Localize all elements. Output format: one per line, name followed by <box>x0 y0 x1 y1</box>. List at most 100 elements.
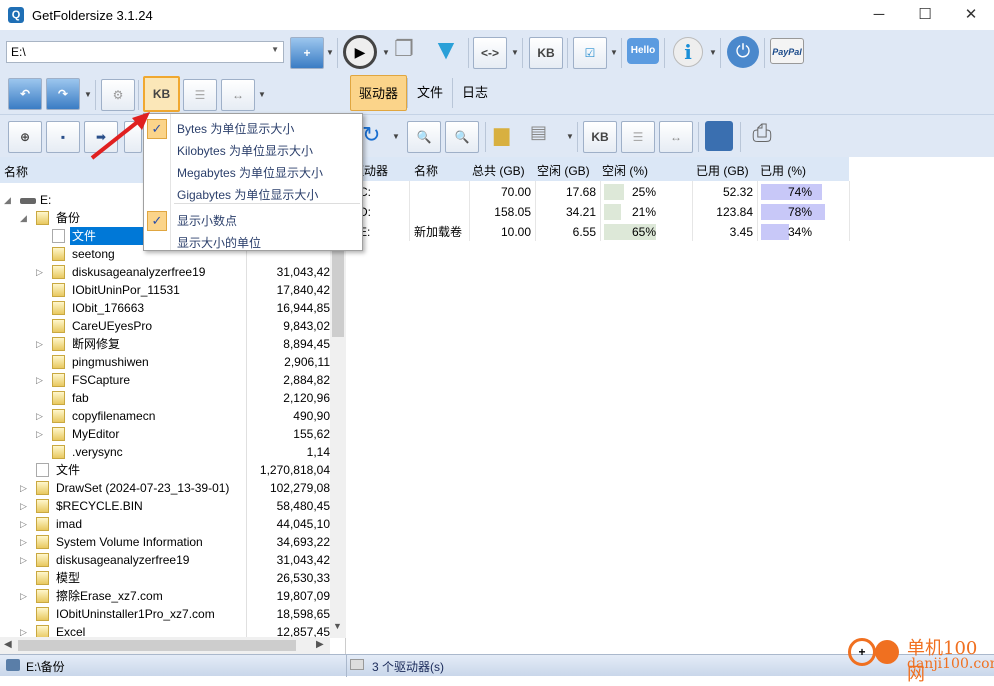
tree-item-name[interactable]: imad <box>54 515 84 533</box>
power-icon[interactable]: ⏻ <box>727 36 759 68</box>
forward-icon[interactable]: ↷ <box>46 78 80 110</box>
tab-log[interactable]: 日志 <box>454 75 496 111</box>
expand-icon[interactable]: ▷ <box>36 425 43 443</box>
expand-icon[interactable]: ▷ <box>20 497 27 515</box>
tree-item-name[interactable]: 模型 <box>54 569 82 587</box>
scrollbar-thumb[interactable] <box>18 640 296 651</box>
checklist-icon[interactable]: ☑ <box>573 37 607 69</box>
chevron-down-icon[interactable]: ▼ <box>709 48 717 57</box>
tree-row[interactable]: IObitUninPor_11531 17,840,42 <box>0 281 330 299</box>
zoom-in-icon[interactable]: 🔍 <box>407 121 441 153</box>
drive-row[interactable]: C: 70.00 17.68 25% 52.32 74% <box>347 182 849 202</box>
path-combobox[interactable]: E:\ ▼ <box>6 41 284 63</box>
scroll-right-icon[interactable]: ▶ <box>316 639 324 650</box>
tree-row[interactable]: ▷ 擦除Erase_xz7.com 19,807,09 <box>0 587 330 605</box>
zoom-out-icon[interactable]: 🔍 <box>445 121 479 153</box>
tree-item-name[interactable]: IObit_176663 <box>70 299 146 317</box>
back-icon[interactable]: ↶ <box>8 78 42 110</box>
tree-item-name[interactable]: $RECYCLE.BIN <box>54 497 145 515</box>
column-settings-icon[interactable]: ⚙ <box>101 79 135 111</box>
kb-icon[interactable]: KB <box>583 121 617 153</box>
tab-files[interactable]: 文件 <box>409 75 451 111</box>
paypal-icon[interactable]: PayPal <box>770 38 804 64</box>
tree-row[interactable]: .verysync 1,14 <box>0 443 330 461</box>
expand-icon[interactable]: ▷ <box>20 533 27 551</box>
tree-item-name[interactable]: 断网修复 <box>70 335 122 353</box>
expand-icon[interactable]: ▷ <box>20 479 27 497</box>
tab-drives[interactable]: 驱动器 <box>350 75 408 111</box>
column-width-icon[interactable]: ↔ <box>659 121 693 153</box>
menu-item[interactable]: ✓ Bytes 为单位显示大小 <box>144 118 362 140</box>
maximize-button[interactable]: ☐ <box>902 0 948 30</box>
save-list-icon[interactable]: ▪ <box>46 121 80 153</box>
expanded-icon[interactable]: ◢ <box>4 191 11 209</box>
tree-item-name[interactable]: copyfilenamecn <box>70 407 157 425</box>
tree-item-name[interactable]: System Volume Information <box>54 533 205 551</box>
printer-icon[interactable]: ⎙ <box>746 120 778 150</box>
tree-row[interactable]: ▷ MyEditor 155,62 <box>0 425 330 443</box>
tree-row[interactable]: IObitUninstaller1Pro_xz7.com 18,598,65 <box>0 605 330 623</box>
column-width-icon[interactable]: ↔ <box>221 79 255 111</box>
tree-item-name[interactable]: CareUEyesPro <box>70 317 154 335</box>
play-icon[interactable]: ▶ <box>343 35 377 69</box>
menu-item[interactable]: ✓ 显示小数点 <box>144 210 362 232</box>
menu-item[interactable]: Kilobytes 为单位显示大小 <box>144 140 362 162</box>
expand-icon[interactable]: ▷ <box>36 335 43 353</box>
tree-row[interactable]: ▷ copyfilenamecn 490,90 <box>0 407 330 425</box>
tree-row[interactable]: fab 2,120,96 <box>0 389 330 407</box>
column-header-name[interactable]: 名称 <box>414 162 438 179</box>
menu-item[interactable]: 显示大小的单位 <box>144 232 362 254</box>
chevron-down-icon[interactable]: ▼ <box>511 48 519 57</box>
hello-icon[interactable]: Hello <box>627 38 659 64</box>
column-header-used-gb[interactable]: 已用 (GB) <box>696 162 749 179</box>
kb-units-button[interactable]: KB <box>143 76 180 112</box>
chevron-down-icon[interactable]: ▼ <box>382 48 390 57</box>
drive-row[interactable]: D: 158.05 34.21 21% 123.84 78% <box>347 202 849 222</box>
drive-row[interactable]: E: 新加载卷 10.00 6.55 65% 3.45 34% <box>347 222 849 242</box>
tree-row[interactable]: ▷ System Volume Information 34,693,22 <box>0 533 330 551</box>
close-button[interactable]: ✕ <box>948 0 994 30</box>
tree-item-name[interactable]: pingmushiwen <box>70 353 151 371</box>
expand-icon[interactable]: ▷ <box>36 371 43 389</box>
tree-row[interactable]: 模型 26,530,33 <box>0 569 330 587</box>
tree-item-name[interactable]: 备份 <box>54 209 82 227</box>
tree-item-name[interactable]: IObitUninPor_11531 <box>70 281 182 299</box>
tree-row[interactable]: 文件 1,270,818,04 <box>0 461 330 479</box>
info-icon[interactable]: i <box>673 37 703 67</box>
column-header-free-gb[interactable]: 空闲 (GB) <box>537 162 590 179</box>
minimize-button[interactable]: ─ <box>856 0 902 30</box>
tree-item-name[interactable]: FSCapture <box>70 371 132 389</box>
chevron-down-icon[interactable]: ▼ <box>84 90 92 99</box>
chevron-down-icon[interactable]: ▼ <box>326 48 334 57</box>
refresh-icon[interactable]: ↻ <box>362 122 380 148</box>
tree-item-name[interactable]: seetong <box>70 245 117 263</box>
network-folder-icon[interactable]: ▆ <box>494 122 518 146</box>
tree-row[interactable]: ▷ FSCapture 2,884,82 <box>0 371 330 389</box>
expand-icon[interactable]: ▷ <box>20 515 27 533</box>
chevron-down-icon[interactable]: ▼ <box>610 48 618 57</box>
save-icon[interactable] <box>705 121 733 151</box>
menu-item[interactable]: Megabytes 为单位显示大小 <box>144 162 362 184</box>
chevron-down-icon[interactable]: ▼ <box>271 45 279 54</box>
chevron-down-icon[interactable]: ▼ <box>392 132 400 141</box>
tree-row[interactable]: IObit_176663 16,944,85 <box>0 299 330 317</box>
columns-icon[interactable]: ☰ <box>183 79 217 111</box>
tree-row[interactable]: ▷ imad 44,045,10 <box>0 515 330 533</box>
tree-item-name[interactable]: E: <box>38 191 53 209</box>
tree-row[interactable]: pingmushiwen 2,906,11 <box>0 353 330 371</box>
tree-item-name[interactable]: .verysync <box>70 443 125 461</box>
tree-item-name[interactable]: diskusageanalyzerfree19 <box>70 263 207 281</box>
chevron-down-icon[interactable]: ▼ <box>258 90 266 99</box>
expand-icon[interactable]: ▷ <box>36 407 43 425</box>
add-folder-icon[interactable]: + <box>290 37 324 69</box>
tree-item-name[interactable]: MyEditor <box>70 425 121 443</box>
tree-row[interactable]: ▷ DrawSet (2024-07-23_13-39-01) 102,279,08 <box>0 479 330 497</box>
tree-row[interactable]: ▷ $RECYCLE.BIN 58,480,45 <box>0 497 330 515</box>
tree-item-name[interactable]: DrawSet (2024-07-23_13-39-01) <box>54 479 231 497</box>
tree-item-name[interactable]: IObitUninstaller1Pro_xz7.com <box>54 605 217 623</box>
chevron-down-icon[interactable]: ▼ <box>566 132 574 141</box>
tree-row[interactable]: ▷ diskusageanalyzerfree19 31,043,42 <box>0 551 330 569</box>
tree-item-name[interactable]: fab <box>70 389 91 407</box>
tree-item-name[interactable]: diskusageanalyzerfree19 <box>54 551 191 569</box>
tree-row[interactable]: ▷ 断网修复 8,894,45 <box>0 335 330 353</box>
